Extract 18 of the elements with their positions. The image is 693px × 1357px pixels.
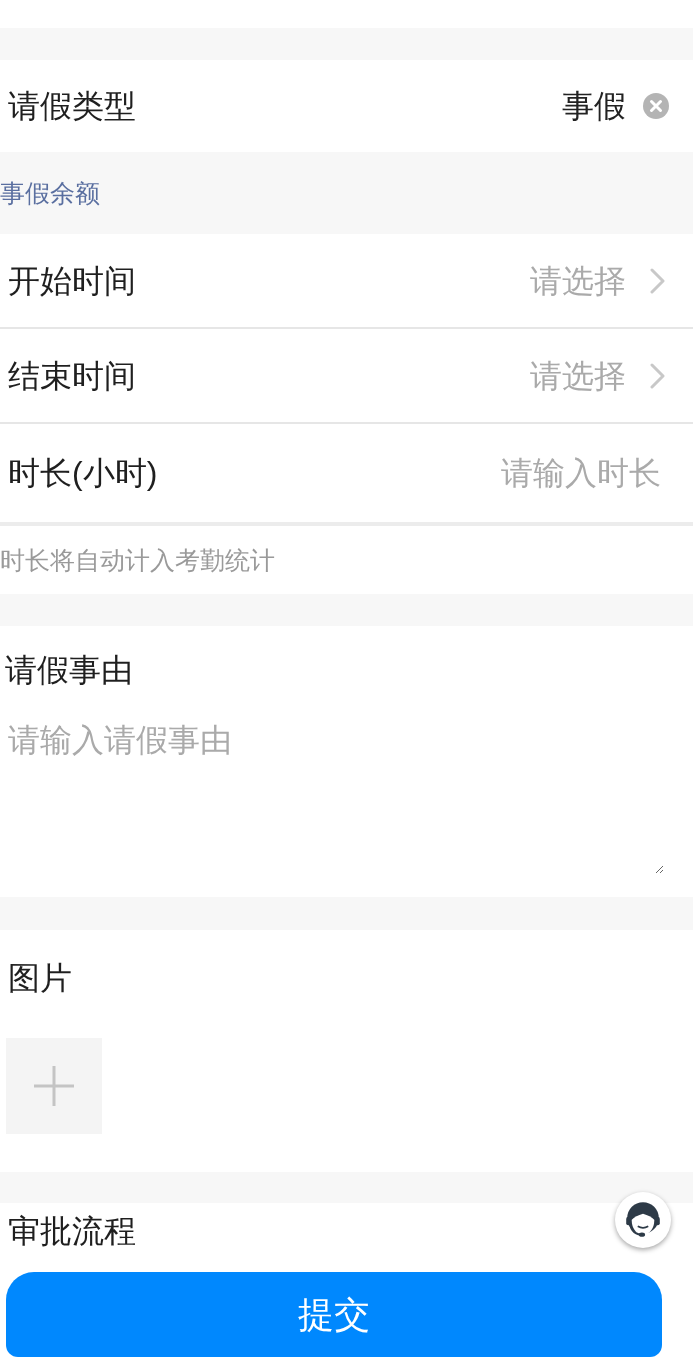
clear-icon[interactable] — [643, 93, 669, 119]
field-label: 图片 — [7, 959, 72, 998]
field-label: 请假事由 — [4, 651, 133, 690]
field-label: 请假类型 — [8, 87, 136, 126]
field-label: 结束时间 — [8, 356, 136, 396]
submit-button[interactable]: 提交 — [6, 1272, 662, 1357]
chevron-right-icon — [650, 267, 665, 294]
date-picker[interactable]: 请选择 — [530, 260, 665, 301]
section-title: 审批流程 — [7, 1213, 136, 1249]
leave-type-value: 事假 — [562, 87, 626, 126]
date-picker[interactable]: 请选择 — [530, 355, 665, 396]
field-label: 时长(小时) — [8, 454, 158, 493]
field-label: 开始时间 — [8, 261, 136, 301]
add-image-button[interactable] — [6, 1038, 102, 1134]
balance-note: 事假余额 — [0, 178, 100, 209]
hint-text: 时长将自动计入考勤统计 — [0, 545, 275, 576]
plus-icon — [34, 1066, 74, 1106]
chevron-right-icon — [650, 362, 665, 389]
